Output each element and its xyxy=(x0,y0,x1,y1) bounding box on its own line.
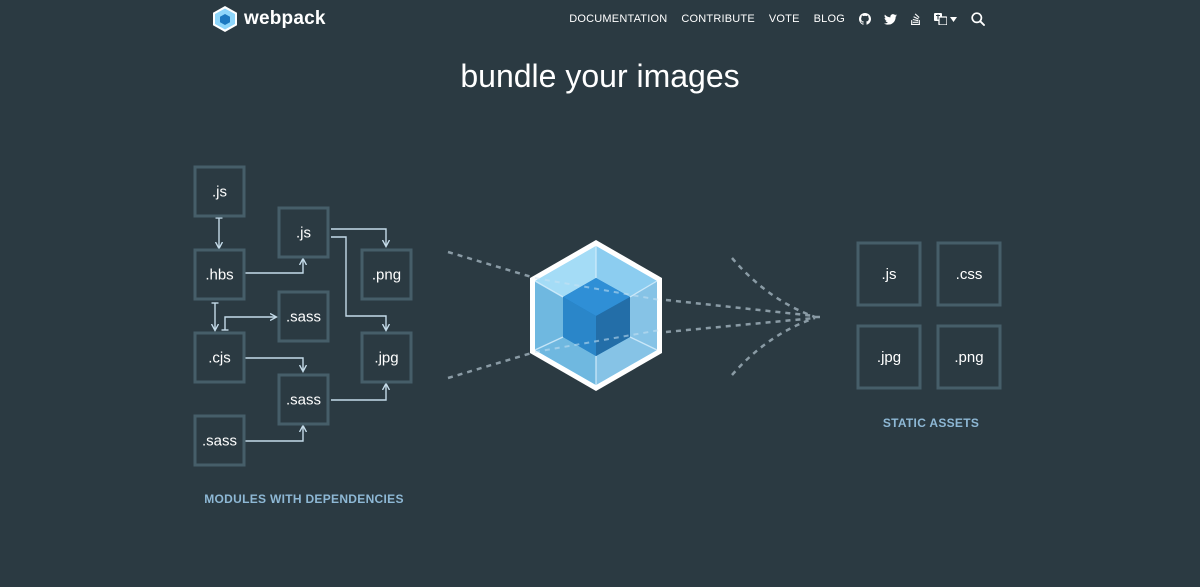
assets-caption: STATIC ASSETS xyxy=(882,416,980,430)
module-box-label: .sass xyxy=(202,433,237,450)
asset-boxes: .js .css .jpg .png xyxy=(856,241,1002,390)
arrow-cjs-to-sass xyxy=(225,317,276,330)
module-box: .js xyxy=(277,206,330,259)
module-box-label: .hbs xyxy=(205,267,233,284)
module-box: .cjs xyxy=(193,331,246,384)
modules-caption: MODULES WITH DEPENDENCIES xyxy=(204,492,404,506)
module-box-label: .jpg xyxy=(374,350,398,367)
module-box-label: .sass xyxy=(286,309,321,326)
asset-box-label: .jpg xyxy=(877,349,901,366)
arrow-hbs-to-js xyxy=(245,259,303,274)
module-box-label: .js xyxy=(212,184,227,201)
asset-box: .css xyxy=(936,241,1002,307)
module-box-label: .png xyxy=(372,267,401,284)
asset-box: .jpg xyxy=(856,324,922,390)
module-box: .jpg xyxy=(360,331,413,384)
incoming-dashed-lines xyxy=(447,250,536,380)
module-box: .hbs xyxy=(193,248,246,301)
asset-box-label: .js xyxy=(882,266,897,283)
arrow-sass-to-jpg xyxy=(331,384,386,401)
module-box: .sass xyxy=(277,373,330,426)
outgoing-dashed-lines xyxy=(665,257,823,376)
bundling-diagram: .js .js .hbs .png .sass .cjs .jpg .sass xyxy=(193,165,1002,467)
module-box-label: .sass xyxy=(286,392,321,409)
asset-box-label: .png xyxy=(954,349,983,366)
asset-box: .js xyxy=(856,241,922,307)
module-box: .js xyxy=(193,165,246,218)
asset-box-label: .css xyxy=(956,266,983,283)
arrow-cjs-to-sass-2 xyxy=(245,357,303,371)
asset-box: .png xyxy=(936,324,1002,390)
module-box: .png xyxy=(360,248,413,301)
module-box: .sass xyxy=(193,414,246,467)
arrow-sass-to-sass xyxy=(245,426,303,442)
module-box: .sass xyxy=(277,290,330,343)
webpack-cube-icon xyxy=(530,240,662,391)
module-box-label: .cjs xyxy=(208,350,231,367)
module-box-label: .js xyxy=(296,225,311,242)
